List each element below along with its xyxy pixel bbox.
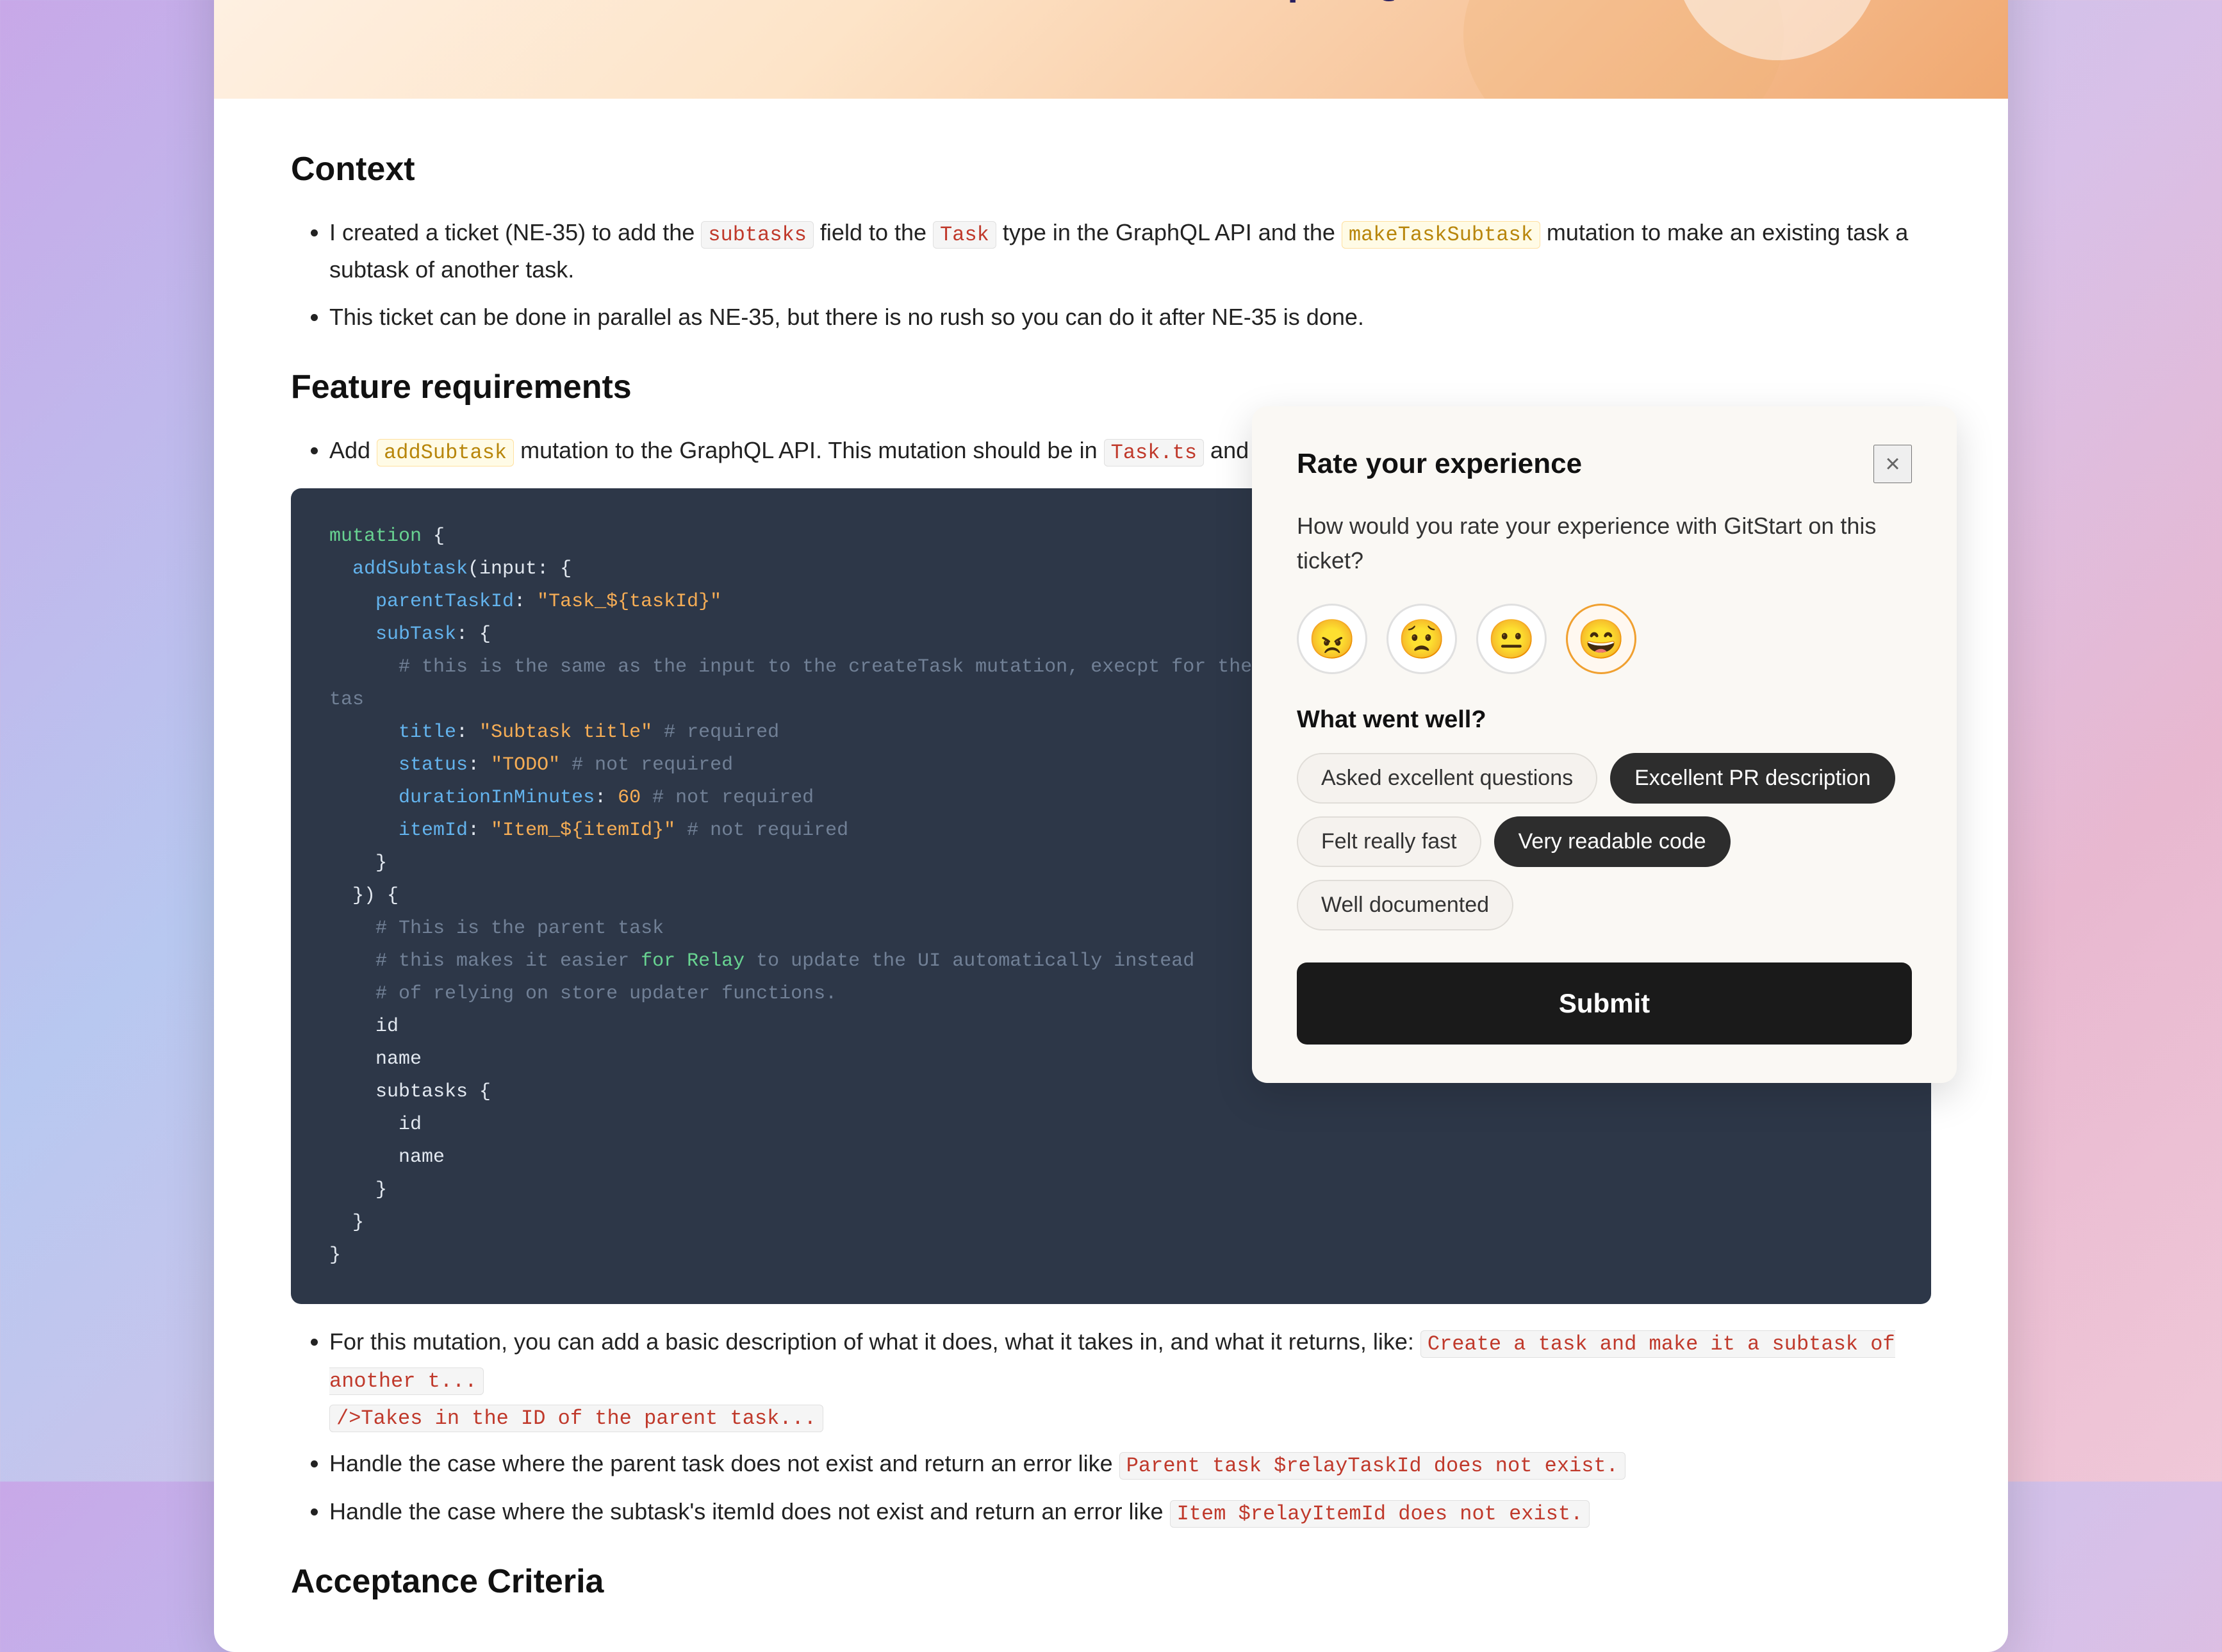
popup-header: Rate your experience × bbox=[1297, 445, 1912, 483]
after-code-bullet-1: For this mutation, you can add a basic d… bbox=[329, 1323, 1931, 1435]
context-list: I created a ticket (NE-35) to add the su… bbox=[291, 214, 1931, 335]
tag-excellent-pr[interactable]: Excellent PR description bbox=[1610, 753, 1895, 804]
rating-popup: Rate your experience × How would you rat… bbox=[1252, 406, 1957, 1083]
acceptance-section: Acceptance Criteria bbox=[291, 1562, 1931, 1601]
tags-container: Asked excellent questions Excellent PR d… bbox=[1297, 753, 1912, 930]
went-well-title: What went well? bbox=[1297, 706, 1912, 734]
emoji-happy[interactable]: 😄 bbox=[1566, 604, 1636, 674]
submit-button[interactable]: Submit bbox=[1297, 962, 1912, 1045]
context-bullet-1: I created a ticket (NE-35) to add the su… bbox=[329, 214, 1931, 288]
page-title: Add addSubtask mutation to the GraphQL A… bbox=[291, 0, 1931, 6]
tag-asked-questions[interactable]: Asked excellent questions bbox=[1297, 753, 1597, 804]
tag-well-documented[interactable]: Well documented bbox=[1297, 880, 1513, 930]
emoji-neutral[interactable]: 😐 bbox=[1476, 604, 1547, 674]
after-code-bullet-2: Handle the case where the parent task do… bbox=[329, 1445, 1931, 1482]
popup-title: Rate your experience bbox=[1297, 448, 1582, 480]
context-title: Context bbox=[291, 150, 1931, 188]
tag-felt-fast[interactable]: Felt really fast bbox=[1297, 816, 1481, 867]
context-bullet-2: This ticket can be done in parallel as N… bbox=[329, 299, 1931, 336]
acceptance-title: Acceptance Criteria bbox=[291, 1562, 1931, 1601]
main-card: Finished Estimated Cost: 100-150 credits… bbox=[214, 0, 2008, 1652]
emoji-sad[interactable]: 😟 bbox=[1387, 604, 1457, 674]
header-banner: Finished Estimated Cost: 100-150 credits… bbox=[214, 0, 2008, 99]
tag-readable-code[interactable]: Very readable code bbox=[1494, 816, 1731, 867]
after-code-list: For this mutation, you can add a basic d… bbox=[291, 1323, 1931, 1530]
feature-requirements-title: Feature requirements bbox=[291, 368, 1931, 406]
after-code-bullet-3: Handle the case where the subtask's item… bbox=[329, 1493, 1931, 1530]
emoji-angry[interactable]: 😠 bbox=[1297, 604, 1367, 674]
content-area: Context I created a ticket (NE-35) to ad… bbox=[214, 99, 2008, 1652]
close-button[interactable]: × bbox=[1873, 445, 1912, 483]
emoji-row: 😠 😟 😐 😄 bbox=[1297, 604, 1912, 674]
context-section: Context I created a ticket (NE-35) to ad… bbox=[291, 150, 1931, 335]
popup-question: How would you rate your experience with … bbox=[1297, 509, 1912, 578]
